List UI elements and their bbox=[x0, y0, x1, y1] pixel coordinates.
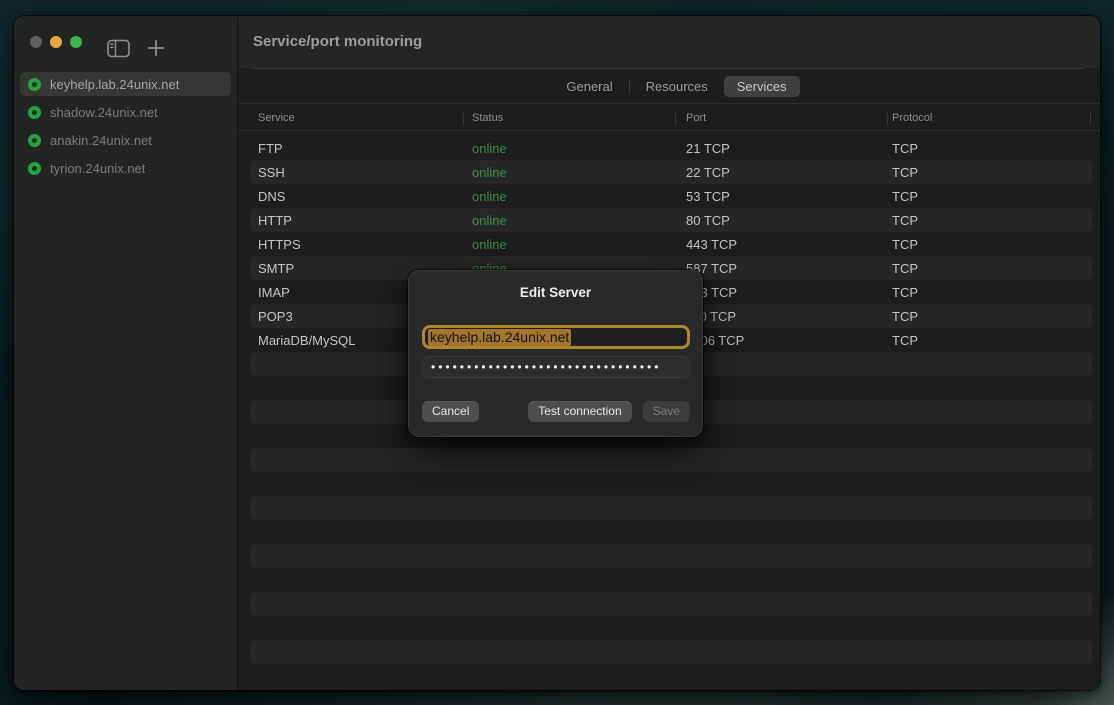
add-server-button[interactable] bbox=[146, 38, 166, 63]
cell-service: FTP bbox=[250, 141, 464, 156]
cell-port: 143 TCP bbox=[678, 285, 884, 300]
cell-protocol: TCP bbox=[884, 213, 1092, 228]
page-title: Service/port monitoring bbox=[239, 16, 1100, 68]
sidebar-item-server[interactable]: anakin.24unix.net bbox=[20, 128, 231, 152]
tab-resources[interactable]: Resources bbox=[633, 76, 721, 97]
server-name-label: keyhelp.lab.24unix.net bbox=[50, 77, 179, 92]
server-list: keyhelp.lab.24unix.net shadow.24unix.net a… bbox=[20, 72, 231, 184]
column-divider bbox=[463, 111, 464, 125]
column-header-protocol[interactable]: Protocol bbox=[892, 104, 932, 132]
cell-port: 21 TCP bbox=[678, 141, 884, 156]
server-name-label: anakin.24unix.net bbox=[50, 133, 152, 148]
sidebar-item-server[interactable]: keyhelp.lab.24unix.net bbox=[20, 72, 231, 96]
server-address-input[interactable]: keyhelp.lab.24unix.net bbox=[422, 325, 690, 349]
table-row-empty bbox=[250, 544, 1092, 568]
table-row-empty bbox=[250, 472, 1092, 496]
cell-service: HTTP bbox=[250, 213, 464, 228]
cell-status: online bbox=[464, 189, 678, 204]
table-row[interactable]: FTPonline21 TCPTCP bbox=[250, 136, 1092, 160]
titlebar-divider bbox=[253, 68, 1084, 69]
table-row-empty bbox=[250, 616, 1092, 640]
cell-status: online bbox=[464, 141, 678, 156]
table-row-empty bbox=[250, 592, 1092, 616]
cell-port: 3306 TCP bbox=[678, 333, 884, 348]
titlebar: Service/port monitoring bbox=[239, 16, 1100, 68]
server-status-icon bbox=[28, 162, 41, 175]
column-divider bbox=[1090, 111, 1091, 125]
password-input[interactable]: •••••••••••••••••••••••••••••••• bbox=[422, 356, 690, 378]
tab-services[interactable]: Services bbox=[724, 76, 800, 97]
dialog-buttons: Cancel Test connection Save bbox=[422, 401, 690, 422]
edit-server-dialog: Edit Server keyhelp.lab.24unix.net •••••… bbox=[408, 270, 703, 437]
cell-protocol: TCP bbox=[884, 261, 1092, 276]
server-address-selected-text: keyhelp.lab.24unix.net bbox=[428, 329, 571, 346]
server-status-icon bbox=[28, 134, 41, 147]
save-button[interactable]: Save bbox=[643, 401, 690, 422]
table-row-empty bbox=[250, 568, 1092, 592]
table-row-empty bbox=[250, 448, 1092, 472]
close-button[interactable] bbox=[30, 36, 42, 48]
table-row[interactable]: DNSonline53 TCPTCP bbox=[250, 184, 1092, 208]
cell-port: 587 TCP bbox=[678, 261, 884, 276]
table-row-empty bbox=[250, 496, 1092, 520]
sidebar-item-server[interactable]: tyrion.24unix.net bbox=[20, 156, 231, 180]
column-divider bbox=[887, 111, 888, 125]
cell-service: SSH bbox=[250, 165, 464, 180]
cell-protocol: TCP bbox=[884, 237, 1092, 252]
cancel-button[interactable]: Cancel bbox=[422, 401, 479, 422]
cell-port: 53 TCP bbox=[678, 189, 884, 204]
dialog-title: Edit Server bbox=[408, 285, 703, 300]
cell-protocol: TCP bbox=[884, 285, 1092, 300]
table-row[interactable]: HTTPSonline443 TCPTCP bbox=[250, 232, 1092, 256]
server-status-icon bbox=[28, 78, 41, 91]
table-header: Service Status Port Protocol bbox=[239, 103, 1100, 131]
column-divider bbox=[675, 111, 676, 125]
table-row-empty bbox=[250, 640, 1092, 664]
zoom-button[interactable] bbox=[70, 36, 82, 48]
column-header-status[interactable]: Status bbox=[472, 104, 503, 132]
server-name-label: tyrion.24unix.net bbox=[50, 161, 145, 176]
cell-port: 80 TCP bbox=[678, 213, 884, 228]
column-header-port[interactable]: Port bbox=[686, 104, 706, 132]
cell-protocol: TCP bbox=[884, 309, 1092, 324]
cell-port: 22 TCP bbox=[678, 165, 884, 180]
cell-protocol: TCP bbox=[884, 141, 1092, 156]
sidebar-item-server[interactable]: shadow.24unix.net bbox=[20, 100, 231, 124]
password-dots: •••••••••••••••••••••••••••••••• bbox=[431, 361, 661, 373]
cell-status: online bbox=[464, 237, 678, 252]
window-controls bbox=[30, 36, 82, 48]
cell-protocol: TCP bbox=[884, 165, 1092, 180]
test-connection-button[interactable]: Test connection bbox=[528, 401, 631, 422]
minimize-button[interactable] bbox=[50, 36, 62, 48]
server-name-label: shadow.24unix.net bbox=[50, 105, 158, 120]
desktop: { "colors": { "status_online": "#3d8b49"… bbox=[0, 0, 1114, 705]
cell-service: DNS bbox=[250, 189, 464, 204]
cell-protocol: TCP bbox=[884, 189, 1092, 204]
server-status-icon bbox=[28, 106, 41, 119]
sidebar: keyhelp.lab.24unix.net shadow.24unix.net a… bbox=[14, 16, 238, 690]
cell-protocol: TCP bbox=[884, 333, 1092, 348]
tab-general[interactable]: General bbox=[553, 76, 625, 97]
cell-status: online bbox=[464, 165, 678, 180]
tab-bar: General Resources Services bbox=[253, 76, 1100, 97]
column-header-service[interactable]: Service bbox=[258, 104, 295, 132]
sidebar-toggle-icon bbox=[107, 39, 130, 58]
table-row[interactable]: SSHonline22 TCPTCP bbox=[250, 160, 1092, 184]
cell-port: 443 TCP bbox=[678, 237, 884, 252]
sidebar-toggle-button[interactable] bbox=[107, 39, 130, 63]
table-row[interactable]: HTTPonline80 TCPTCP bbox=[250, 208, 1092, 232]
tab-separator bbox=[629, 81, 630, 93]
cell-service: HTTPS bbox=[250, 237, 464, 252]
cell-status: online bbox=[464, 213, 678, 228]
table-row-empty bbox=[250, 520, 1092, 544]
cell-port: 110 TCP bbox=[678, 309, 884, 324]
plus-icon bbox=[146, 38, 166, 58]
